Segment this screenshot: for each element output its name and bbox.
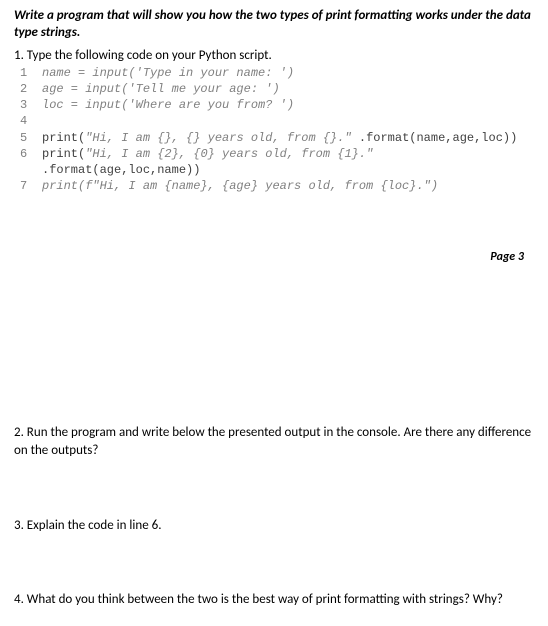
line-num: 5 [20,130,42,146]
step1-instruction: 1. Type the following code on your Pytho… [14,48,534,63]
code-text: age = input('Tell me your age: ') [42,81,280,97]
code-line-3: 3 loc = input('Where are you from? ') [20,97,534,113]
assignment-heading: Write a program that will show you how t… [14,8,534,42]
code-text: print(f"Hi, I am {name}, {age} years old… [42,178,438,194]
code-text: name = input('Type in your name: ') [42,65,294,81]
code-line-7: 7 print(f"Hi, I am {name}, {age} years o… [20,178,534,194]
line-num: 6 [20,146,42,178]
question-3: 3. Explain the code in line 6. [14,517,534,535]
code-block: 1 name = input('Type in your name: ') 2 … [20,65,534,195]
code-line-1: 1 name = input('Type in your name: ') [20,65,534,81]
code-line-6: 6 print("Hi, I am {2}, {0} years old, fr… [20,146,534,178]
question-4: 4. What do you think between the two is … [14,591,534,609]
code-text: print("Hi, I am {2}, {0} years old, from… [42,146,534,178]
line-num: 2 [20,81,42,97]
code-line-4: 4 [20,113,534,129]
code-line-5: 5 print("Hi, I am {}, {} years old, from… [20,130,534,146]
line-num: 3 [20,97,42,113]
line-num: 7 [20,178,42,194]
code-text: loc = input('Where are you from? ') [42,97,294,113]
line-num: 1 [20,65,42,81]
code-text: print("Hi, I am {}, {} years old, from {… [42,130,517,146]
question-2: 2. Run the program and write below the p… [14,424,534,460]
code-line-2: 2 age = input('Tell me your age: ') [20,81,534,97]
line-num: 4 [20,113,42,129]
page-number: Page 3 [14,250,534,264]
